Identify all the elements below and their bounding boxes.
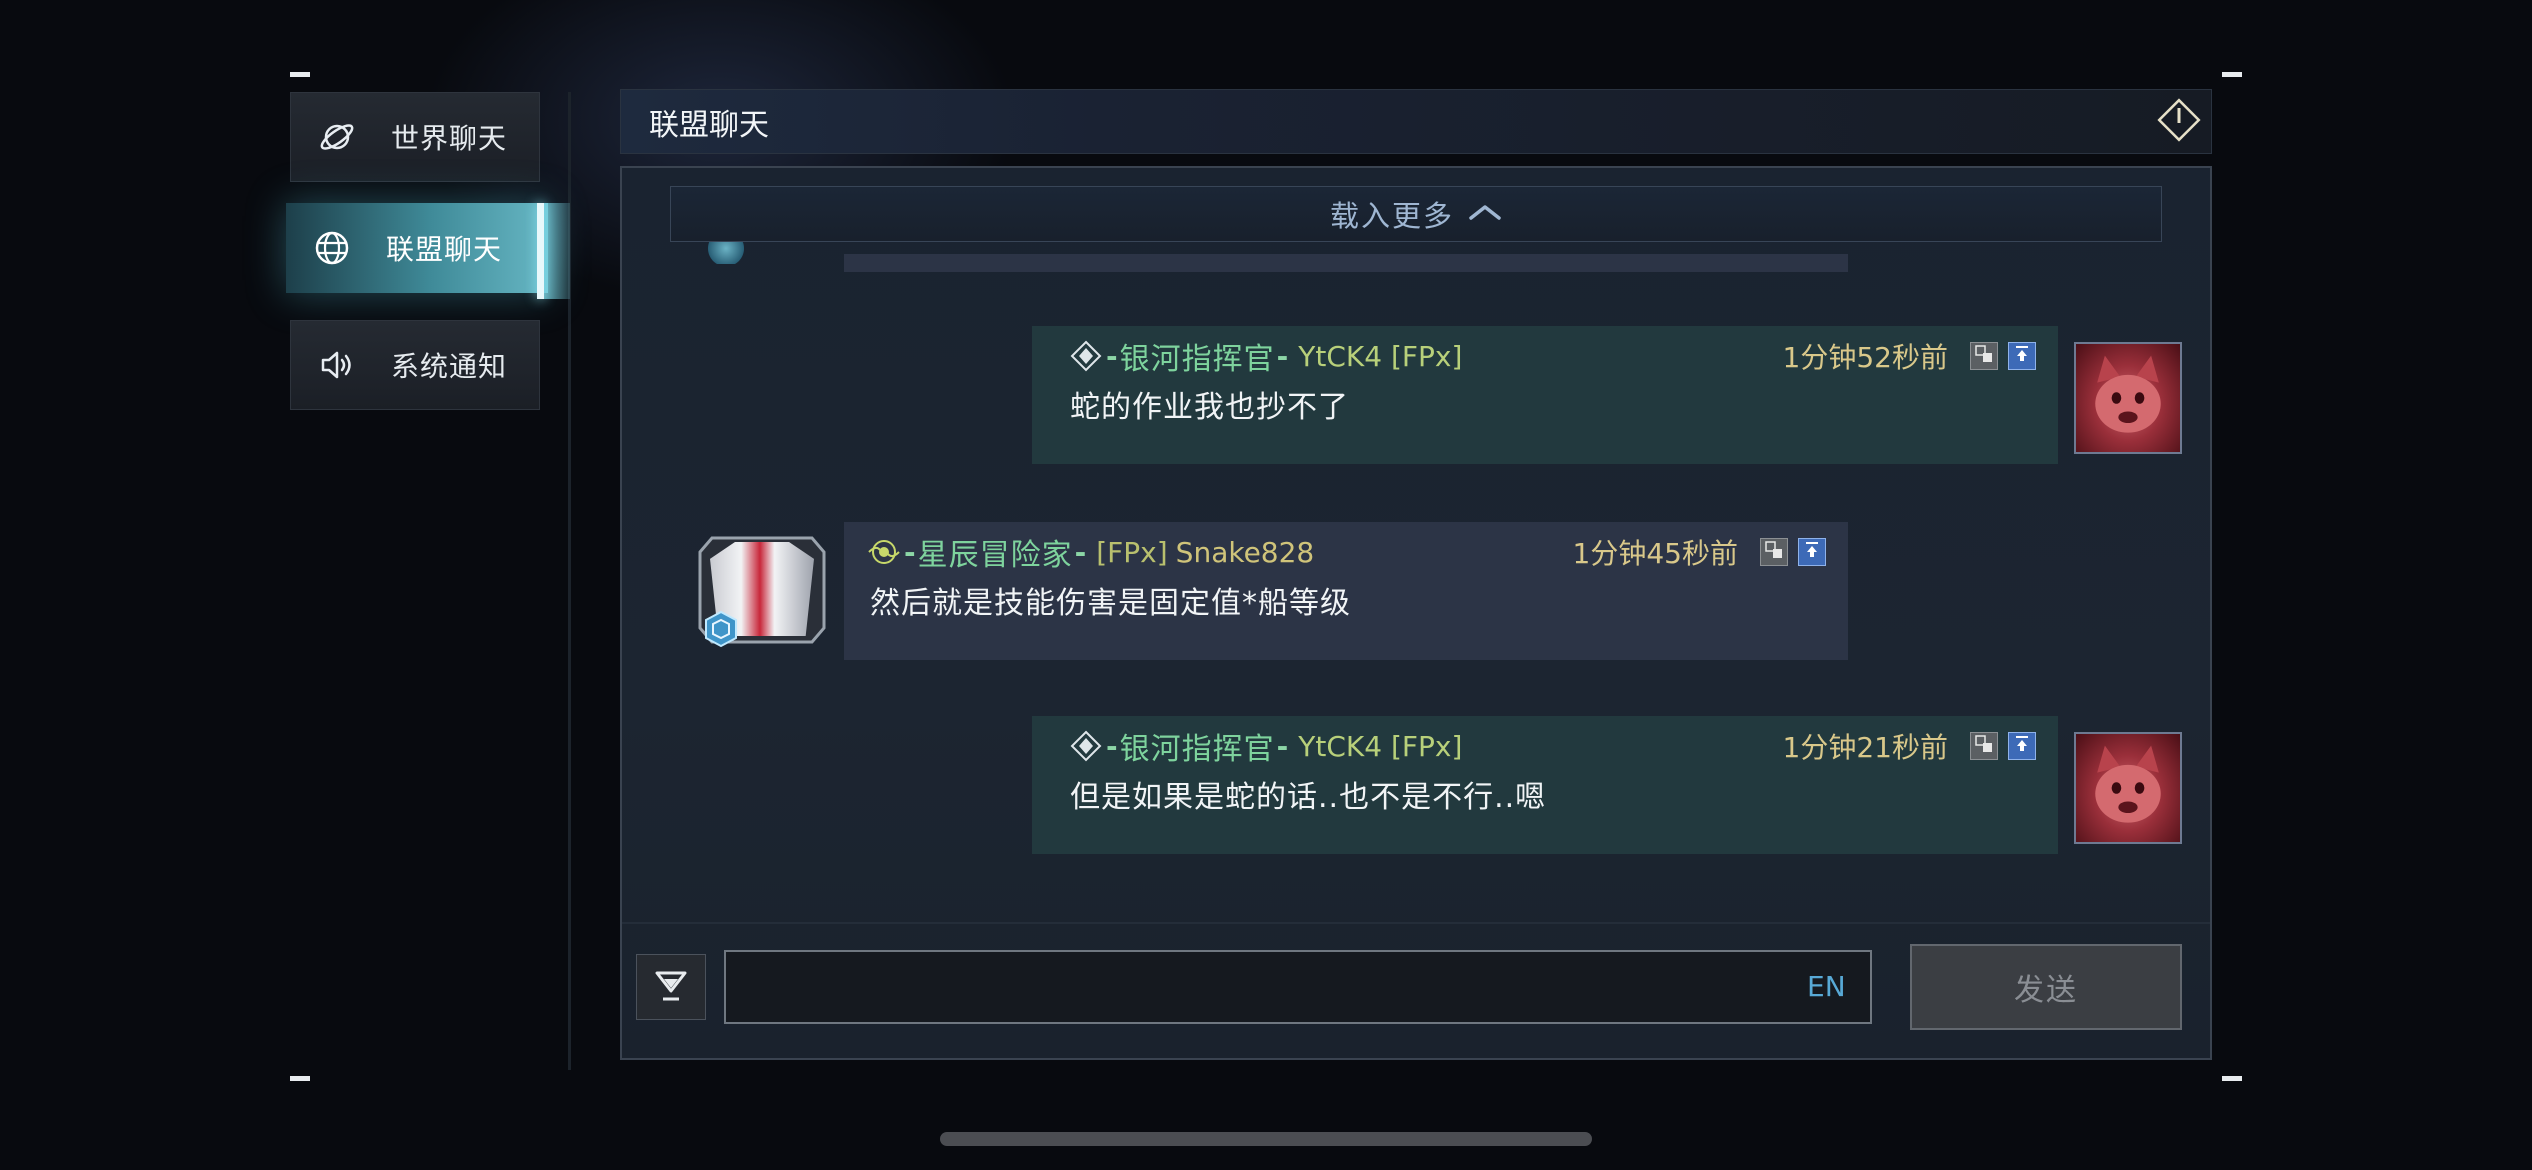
message-text: 蛇的作业我也抄不了 (1070, 390, 1349, 425)
load-more-button[interactable]: 载入更多 (670, 186, 2162, 242)
avatar[interactable] (2074, 732, 2182, 844)
chat-channel-sidebar: 世界聊天 联盟聊天 系统通知 (286, 92, 570, 1072)
title-dash: - (904, 535, 916, 569)
message-meta: - 银河指挥官 - YtCK4 [FPx] 1分钟52秒前 (1068, 336, 2036, 377)
player-name[interactable]: YtCK4 [FPx] (1298, 730, 1462, 763)
send-button[interactable]: 发送 (1910, 944, 2182, 1030)
player-title: 银河指挥官 (1119, 732, 1275, 767)
page-title: 联盟聊天 (649, 107, 769, 143)
home-indicator[interactable] (940, 1132, 1592, 1146)
globe-icon (310, 226, 354, 270)
partial-message-bubble (844, 254, 1848, 272)
cat-avatar-icon (2095, 745, 2161, 823)
tab-world-chat-label: 世界聊天 (391, 122, 508, 155)
planet-icon (315, 115, 359, 159)
message-time: 1分钟52秒前 (1782, 341, 1948, 374)
title-dash: - (1074, 535, 1087, 569)
arrow-to-top-icon (2012, 734, 2032, 758)
quick-phrase-toggle-button[interactable] (636, 954, 706, 1020)
commander-rank-icon (1068, 728, 1104, 764)
chat-message[interactable]: - 银河指挥官 - YtCK4 [FPx] 1分钟52秒前 蛇的作业我也抄不了 (1032, 326, 2058, 464)
pin-to-top-button[interactable] (2008, 732, 2036, 760)
translate-icon (1764, 540, 1784, 564)
send-button-label: 发送 (2014, 973, 2078, 1008)
chat-message[interactable]: - 银河指挥官 - YtCK4 [FPx] 1分钟21秒前 但是如果是蛇的话.. (1032, 716, 2058, 854)
translate-icon (1974, 344, 1994, 368)
arrow-to-top-icon (1802, 540, 1822, 564)
chat-panel: 载入更多 - 银河指挥官 - YtCK4 [FPx] 1分钟52秒前 蛇的作业我… (620, 166, 2212, 1060)
tab-system-notice-label: 系统通知 (391, 350, 508, 383)
tab-world-chat[interactable]: 世界聊天 (290, 92, 540, 182)
language-toggle[interactable]: EN (1807, 970, 1846, 1003)
chevron-down-icon (651, 965, 691, 1009)
message-time: 1分钟45秒前 (1572, 537, 1738, 570)
player-name[interactable]: Snake828 (1176, 536, 1315, 569)
chevron-up-icon (1468, 202, 1502, 226)
alliance-tag: [FPx] (1096, 535, 1168, 569)
player-name[interactable]: YtCK4 [FPx] (1298, 340, 1462, 373)
tab-alliance-chat[interactable]: 联盟聊天 (286, 203, 548, 293)
message-text: 但是如果是蛇的话..也不是不行..嗯 (1070, 780, 1547, 815)
translate-button[interactable] (1970, 732, 1998, 760)
commander-rank-icon (1068, 338, 1104, 374)
active-tab-glow (544, 203, 570, 299)
speaker-icon (315, 343, 359, 387)
title-dash: - (1276, 339, 1289, 373)
translate-button[interactable] (1970, 342, 1998, 370)
player-title: 银河指挥官 (1119, 342, 1275, 377)
corner-mark-top-left (290, 72, 310, 77)
input-divider (622, 922, 2210, 924)
avatar[interactable] (696, 532, 828, 648)
explorer-rank-icon (866, 534, 902, 570)
hexagon-badge-icon (705, 610, 737, 648)
chat-panel-header: 联盟聊天 (620, 89, 2212, 154)
title-dash: - (1276, 729, 1289, 763)
chat-message-input[interactable] (724, 950, 1872, 1024)
pin-to-top-button[interactable] (1798, 538, 1826, 566)
game-chat-screen: 世界聊天 联盟聊天 系统通知 联盟聊天 载入更多 - 银河指挥官 - YtCK4… (0, 0, 2532, 1170)
message-text: 然后就是技能伤害是固定值*船等级 (870, 586, 1351, 621)
message-time: 1分钟21秒前 (1782, 731, 1948, 764)
message-meta: - 星辰冒险家 - [FPx] Snake828 1分钟45秒前 (866, 532, 1826, 573)
corner-mark-bottom-right (2222, 1076, 2242, 1081)
exit-button[interactable] (2155, 98, 2203, 146)
active-tab-indicator (537, 203, 544, 299)
title-dash: - (1106, 729, 1118, 763)
load-more-label: 载入更多 (1329, 199, 1454, 233)
avatar[interactable] (2074, 342, 2182, 454)
tab-alliance-chat-label: 联盟聊天 (386, 233, 503, 266)
translate-icon (1974, 734, 1994, 758)
player-title: 星辰冒险家 (917, 538, 1073, 573)
translate-button[interactable] (1760, 538, 1788, 566)
title-dash: - (1106, 339, 1118, 373)
pin-to-top-button[interactable] (2008, 342, 2036, 370)
cat-avatar-icon (2095, 355, 2161, 433)
tab-system-notice[interactable]: 系统通知 (290, 320, 540, 410)
chat-message[interactable]: - 星辰冒险家 - [FPx] Snake828 1分钟45秒前 然后就是技能伤… (844, 522, 1848, 660)
message-meta: - 银河指挥官 - YtCK4 [FPx] 1分钟21秒前 (1068, 726, 2036, 767)
exit-icon (2156, 97, 2202, 147)
arrow-to-top-icon (2012, 344, 2032, 368)
corner-mark-bottom-left (290, 1076, 310, 1081)
corner-mark-top-right (2222, 72, 2242, 77)
